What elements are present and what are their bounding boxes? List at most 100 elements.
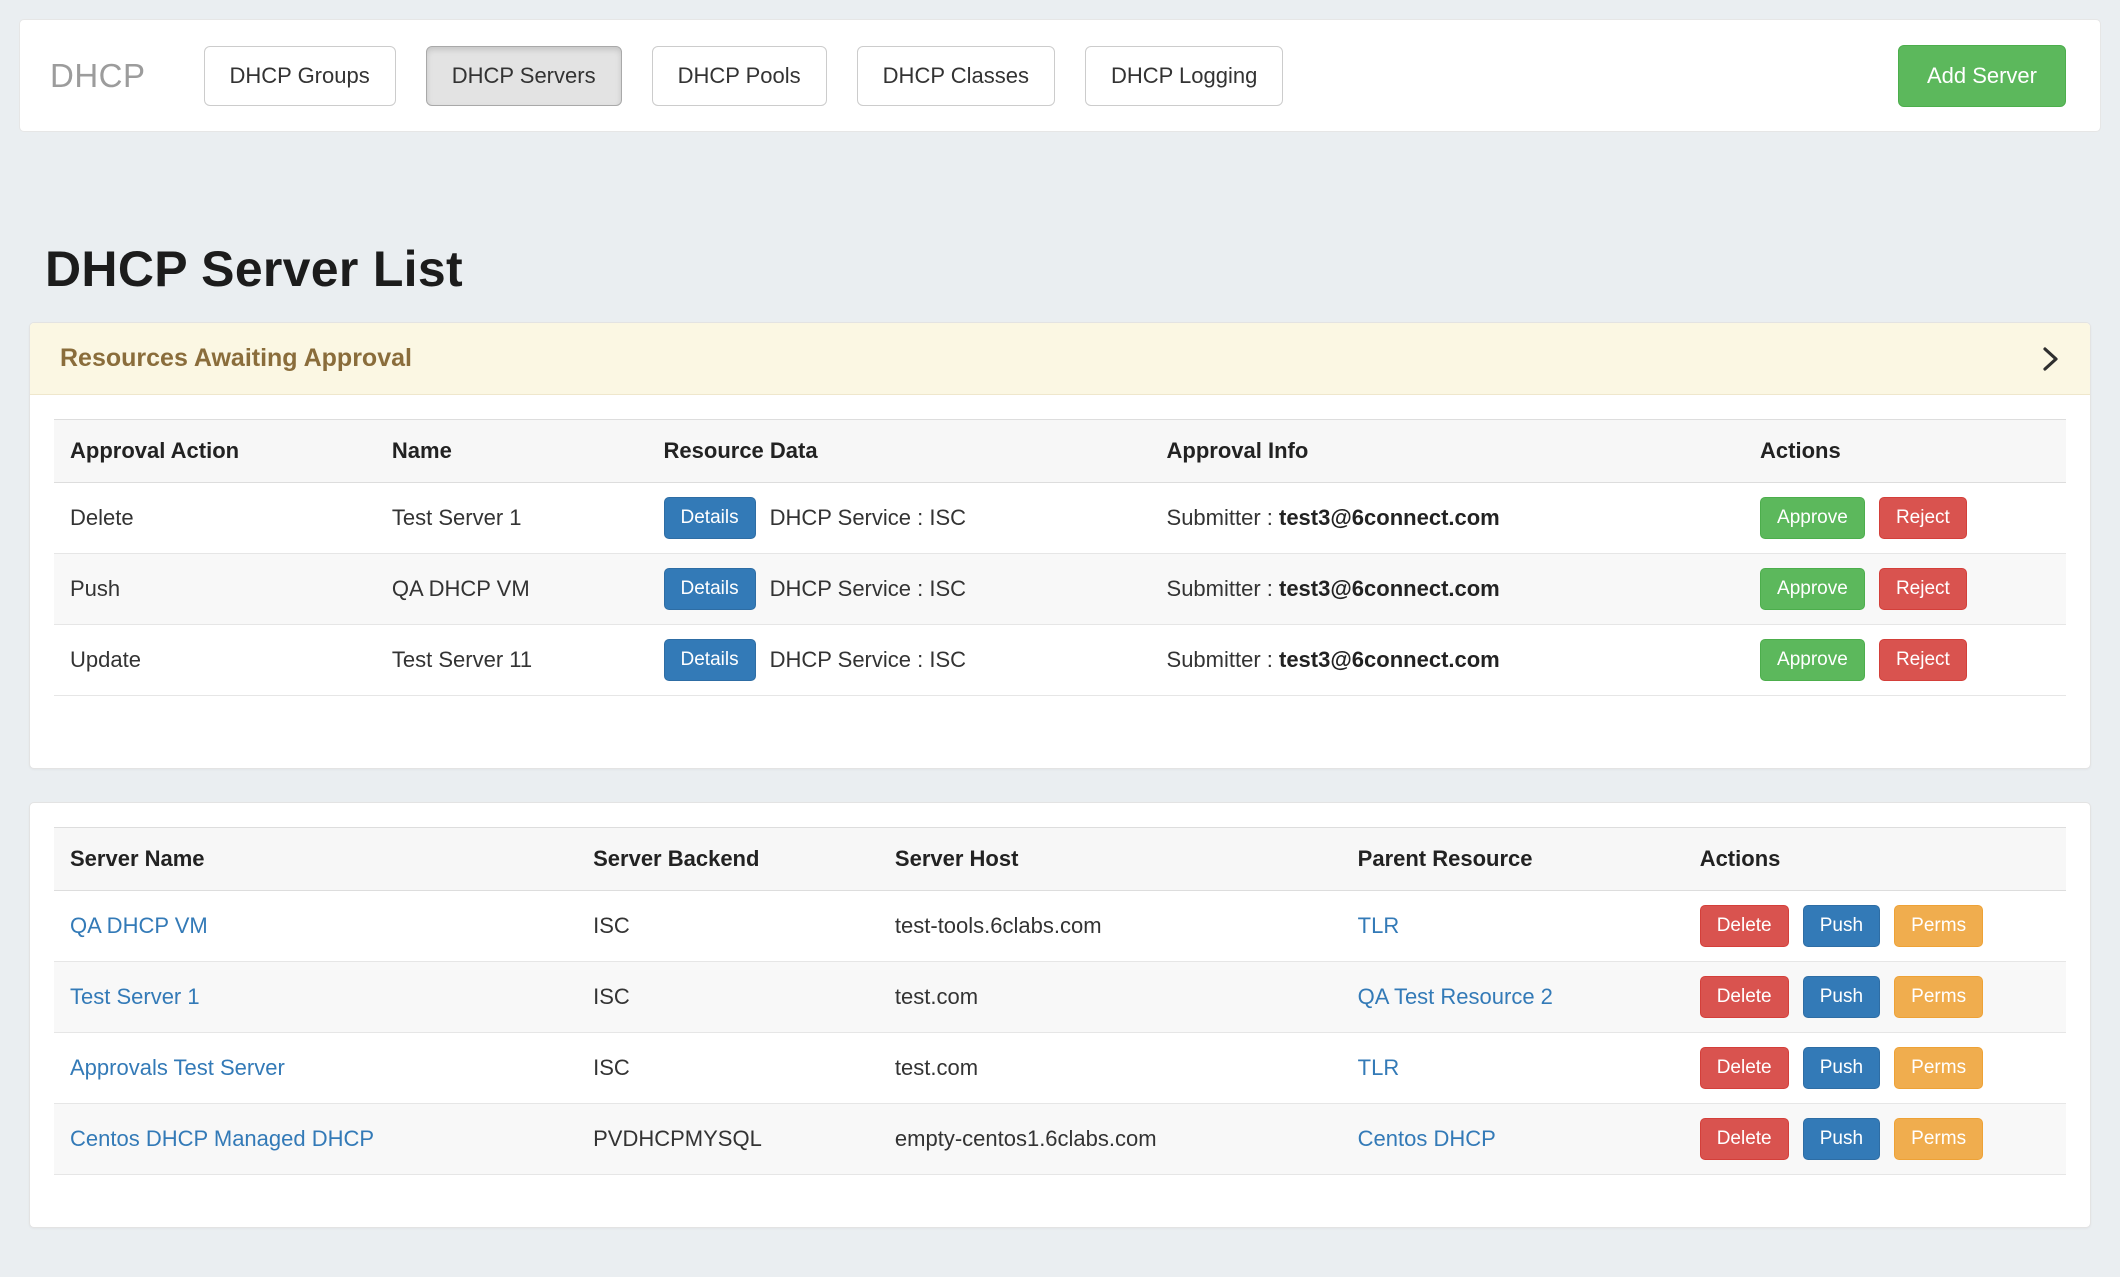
approval-resource-cell: Details DHCP Service : ISC (648, 625, 1151, 696)
server-host-cell: test.com (879, 962, 1342, 1033)
submitter-email: test3@6connect.com (1279, 505, 1500, 530)
col-parent-resource: Parent Resource (1342, 828, 1684, 891)
parent-resource-link[interactable]: TLR (1358, 1055, 1400, 1080)
delete-button[interactable]: Delete (1700, 1047, 1789, 1089)
parent-resource-cell: Centos DHCP (1342, 1104, 1684, 1175)
push-button[interactable]: Push (1803, 1047, 1880, 1089)
server-actions-cell: Delete Push Perms (1684, 891, 2066, 962)
col-server-backend: Server Backend (577, 828, 879, 891)
approval-action-cell: Update (54, 625, 376, 696)
server-name-link[interactable]: Centos DHCP Managed DHCP (70, 1126, 374, 1151)
server-name-cell: Test Server 1 (54, 962, 577, 1033)
approvals-table-header-row: Approval Action Name Resource Data Appro… (54, 420, 2066, 483)
tab-dhcp-groups[interactable]: DHCP Groups (204, 46, 396, 106)
tab-dhcp-logging[interactable]: DHCP Logging (1085, 46, 1283, 106)
parent-resource-cell: TLR (1342, 1033, 1684, 1104)
approvals-table: Approval Action Name Resource Data Appro… (54, 419, 2066, 696)
approval-name-cell: Test Server 11 (376, 625, 648, 696)
servers-panel-body: Server Name Server Backend Server Host P… (30, 803, 2090, 1227)
server-name-cell: QA DHCP VM (54, 891, 577, 962)
delete-button[interactable]: Delete (1700, 976, 1789, 1018)
server-name-link[interactable]: QA DHCP VM (70, 913, 208, 938)
submitter-label: Submitter : (1167, 576, 1279, 601)
push-button[interactable]: Push (1803, 976, 1880, 1018)
approval-action-cell: Delete (54, 483, 376, 554)
server-backend-cell: PVDHCPMYSQL (577, 1104, 879, 1175)
approval-name-cell: Test Server 1 (376, 483, 648, 554)
col-approval-info: Approval Info (1151, 420, 1745, 483)
approve-button[interactable]: Approve (1760, 568, 1865, 610)
push-button[interactable]: Push (1803, 905, 1880, 947)
approvals-panel-body: Approval Action Name Resource Data Appro… (30, 395, 2090, 768)
parent-resource-link[interactable]: TLR (1358, 913, 1400, 938)
server-name-link[interactable]: Approvals Test Server (70, 1055, 285, 1080)
perms-button[interactable]: Perms (1894, 976, 1983, 1018)
perms-button[interactable]: Perms (1894, 1047, 1983, 1089)
col-approval-action: Approval Action (54, 420, 376, 483)
server-host-cell: empty-centos1.6clabs.com (879, 1104, 1342, 1175)
server-row: Approvals Test Server ISC test.com TLR D… (54, 1033, 2066, 1104)
approvals-panel-header[interactable]: Resources Awaiting Approval (30, 323, 2090, 395)
reject-button[interactable]: Reject (1879, 568, 1967, 610)
submitter-email: test3@6connect.com (1279, 647, 1500, 672)
approve-button[interactable]: Approve (1760, 497, 1865, 539)
server-host-cell: test.com (879, 1033, 1342, 1104)
resource-data-text: DHCP Service : ISC (770, 505, 966, 531)
approval-action-cell: Push (54, 554, 376, 625)
server-backend-cell: ISC (577, 1033, 879, 1104)
server-name-cell: Approvals Test Server (54, 1033, 577, 1104)
server-actions-cell: Delete Push Perms (1684, 962, 2066, 1033)
delete-button[interactable]: Delete (1700, 1118, 1789, 1160)
tab-dhcp-servers[interactable]: DHCP Servers (426, 46, 622, 106)
parent-resource-link[interactable]: Centos DHCP (1358, 1126, 1496, 1151)
dhcp-section-tabs: DHCP Groups DHCP Servers DHCP Pools DHCP… (204, 46, 1284, 106)
approval-actions-cell: Approve Reject (1744, 483, 2066, 554)
reject-button[interactable]: Reject (1879, 639, 1967, 681)
add-server-button[interactable]: Add Server (1898, 45, 2066, 107)
approval-actions-cell: Approve Reject (1744, 554, 2066, 625)
col-actions: Actions (1744, 420, 2066, 483)
approval-info-cell: Submitter : test3@6connect.com (1151, 625, 1745, 696)
server-row: Centos DHCP Managed DHCP PVDHCPMYSQL emp… (54, 1104, 2066, 1175)
reject-button[interactable]: Reject (1879, 497, 1967, 539)
tab-dhcp-pools[interactable]: DHCP Pools (652, 46, 827, 106)
server-row: Test Server 1 ISC test.com QA Test Resou… (54, 962, 2066, 1033)
resource-data-text: DHCP Service : ISC (770, 647, 966, 673)
approval-info-cell: Submitter : test3@6connect.com (1151, 554, 1745, 625)
server-name-cell: Centos DHCP Managed DHCP (54, 1104, 577, 1175)
approval-name-cell: QA DHCP VM (376, 554, 648, 625)
details-button[interactable]: Details (664, 497, 756, 539)
servers-panel: Server Name Server Backend Server Host P… (29, 802, 2091, 1228)
submitter-label: Submitter : (1167, 505, 1279, 530)
server-name-link[interactable]: Test Server 1 (70, 984, 200, 1009)
servers-table-header-row: Server Name Server Backend Server Host P… (54, 828, 2066, 891)
server-backend-cell: ISC (577, 891, 879, 962)
submitter-email: test3@6connect.com (1279, 576, 1500, 601)
server-actions-cell: Delete Push Perms (1684, 1104, 2066, 1175)
approval-row: Update Test Server 11 Details DHCP Servi… (54, 625, 2066, 696)
details-button[interactable]: Details (664, 568, 756, 610)
delete-button[interactable]: Delete (1700, 905, 1789, 947)
approval-row: Push QA DHCP VM Details DHCP Service : I… (54, 554, 2066, 625)
server-backend-cell: ISC (577, 962, 879, 1033)
perms-button[interactable]: Perms (1894, 1118, 1983, 1160)
page-title: DHCP Server List (45, 240, 2120, 298)
submitter-label: Submitter : (1167, 647, 1279, 672)
dhcp-brand-label: DHCP (50, 57, 146, 95)
col-resource-data: Resource Data (648, 420, 1151, 483)
approval-row: Delete Test Server 1 Details DHCP Servic… (54, 483, 2066, 554)
perms-button[interactable]: Perms (1894, 905, 1983, 947)
servers-table: Server Name Server Backend Server Host P… (54, 827, 2066, 1175)
push-button[interactable]: Push (1803, 1118, 1880, 1160)
parent-resource-link[interactable]: QA Test Resource 2 (1358, 984, 1553, 1009)
approvals-panel: Resources Awaiting Approval Approval Act… (29, 322, 2091, 769)
col-name: Name (376, 420, 648, 483)
col-server-actions: Actions (1684, 828, 2066, 891)
approval-info-cell: Submitter : test3@6connect.com (1151, 483, 1745, 554)
topbar: DHCP DHCP Groups DHCP Servers DHCP Pools… (19, 19, 2101, 132)
approval-actions-cell: Approve Reject (1744, 625, 2066, 696)
tab-dhcp-classes[interactable]: DHCP Classes (857, 46, 1055, 106)
chevron-right-icon[interactable] (2040, 343, 2060, 375)
approve-button[interactable]: Approve (1760, 639, 1865, 681)
details-button[interactable]: Details (664, 639, 756, 681)
